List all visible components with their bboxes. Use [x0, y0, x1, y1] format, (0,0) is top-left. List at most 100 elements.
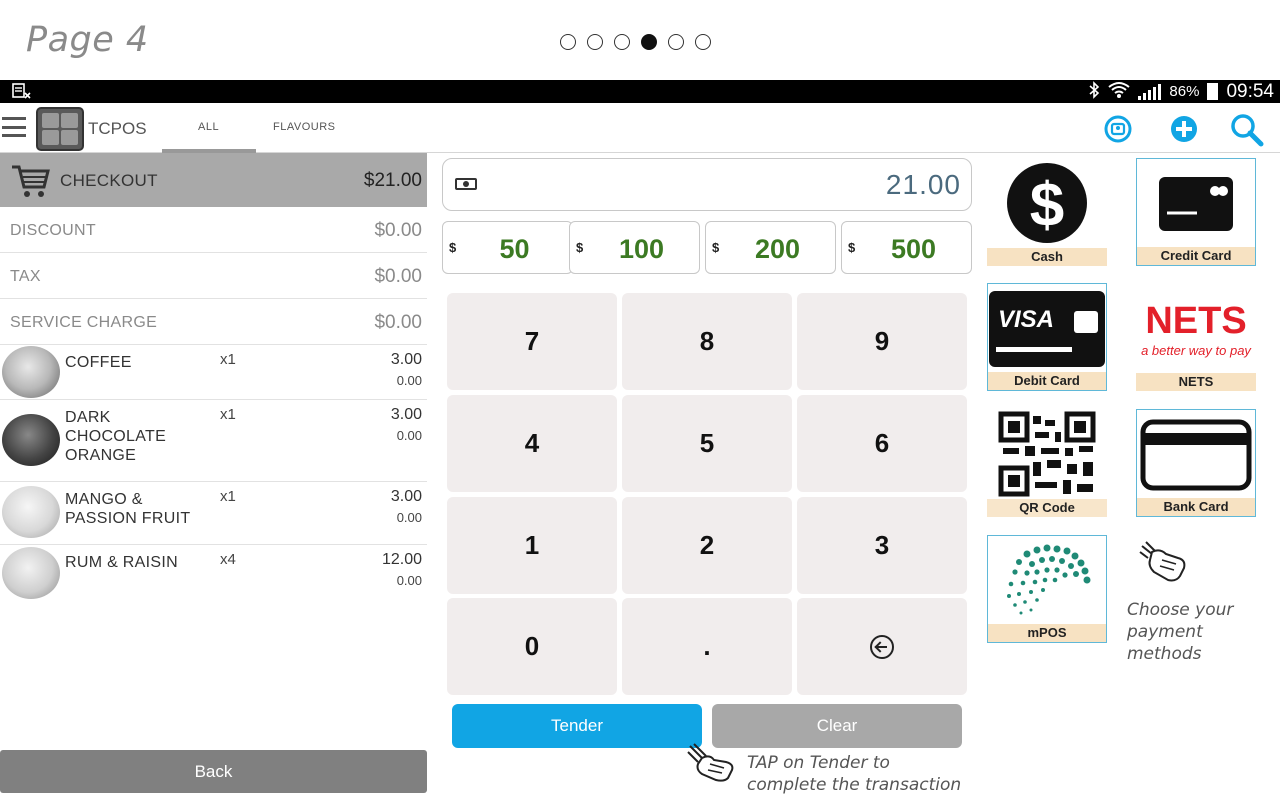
battery-icon — [1207, 83, 1219, 100]
app-name: TCPOS — [88, 119, 147, 138]
back-button[interactable]: Back — [0, 750, 427, 793]
tender-tip-line1: TAP on Tender to — [747, 753, 890, 773]
screen: { "tutorial": { "title": "Page 4", "dots… — [0, 0, 1280, 800]
quick-amount-value: 50 — [499, 234, 530, 264]
key-0[interactable]: 0 — [447, 598, 617, 695]
payment-tip-line2: payment methods — [1127, 622, 1203, 664]
credit-card-icon — [1137, 159, 1255, 249]
quick-amount-100[interactable]: $ 100 — [569, 221, 700, 274]
item-subvalue: 0.00 — [396, 573, 422, 588]
tax-label: TAX — [10, 268, 41, 285]
key-9[interactable]: 9 — [797, 293, 967, 390]
payment-credit-card[interactable]: Credit Card — [1136, 158, 1256, 266]
key-2[interactable]: 2 — [622, 497, 792, 594]
item-qty: x4 — [220, 551, 236, 568]
item-name: MANGO & PASSION FRUIT — [65, 491, 191, 527]
item-subvalue: 0.00 — [396, 428, 422, 443]
quick-amount-500[interactable]: $ 500 — [841, 221, 972, 274]
key-4[interactable]: 4 — [447, 395, 617, 492]
discount-amount: $0.00 — [374, 220, 422, 241]
payment-nets[interactable]: NETS a better way to pay NETS — [1136, 283, 1256, 391]
item-price: 3.00 — [390, 351, 422, 368]
payment-tip-line1: Choose your — [1127, 600, 1234, 620]
add-icon[interactable] — [1170, 115, 1198, 143]
quick-amount-value: 100 — [618, 234, 665, 264]
page-dot-3[interactable] — [614, 34, 630, 50]
page-dot-6[interactable] — [695, 34, 711, 50]
payment-label: Debit Card — [988, 372, 1106, 390]
item-qty: x1 — [220, 406, 236, 423]
service-charge-row[interactable]: SERVICE CHARGE $0.00 — [0, 299, 427, 345]
checkout-bar[interactable]: CHECKOUT $21.00 — [0, 153, 427, 207]
svg-text:VISA: VISA — [998, 306, 1054, 333]
item-subvalue: 0.00 — [396, 510, 422, 525]
key-8[interactable]: 8 — [622, 293, 792, 390]
payment-label: mPOS — [988, 624, 1106, 642]
quick-amount-200[interactable]: $ 200 — [705, 221, 836, 274]
page-dot-5[interactable] — [668, 34, 684, 50]
svg-text:$: $ — [1030, 171, 1064, 240]
nets-tagline: a better way to pay — [1141, 342, 1251, 358]
payment-label: Credit Card — [1137, 247, 1255, 265]
key-decimal[interactable]: . — [622, 598, 792, 695]
payment-label: Bank Card — [1137, 498, 1255, 516]
qr-code-icon — [987, 409, 1107, 499]
tax-row[interactable]: TAX $0.00 — [0, 253, 427, 299]
backspace-icon — [870, 634, 894, 659]
payment-qr-code[interactable]: QR Code — [987, 409, 1107, 517]
payment-bank-card[interactable]: Bank Card — [1136, 409, 1256, 517]
visa-card-icon: VISA — [988, 284, 1106, 374]
page-dot-1[interactable] — [560, 34, 576, 50]
tap-hand-icon — [684, 740, 740, 784]
checkout-label: CHECKOUT — [60, 171, 158, 190]
key-1[interactable]: 1 — [447, 497, 617, 594]
dollar-icon: $ — [987, 158, 1107, 248]
menu-icon[interactable] — [2, 117, 26, 137]
cart-icon — [10, 159, 52, 201]
nets-logo: NETS a better way to pay — [1136, 283, 1256, 373]
amount-display[interactable]: 21.00 — [442, 158, 972, 211]
key-7[interactable]: 7 — [447, 293, 617, 390]
item-name: RUM & RAISIN — [65, 554, 178, 571]
tender-tip: TAP on Tender to complete the transactio… — [747, 752, 961, 796]
tab-flavours[interactable]: FLAVOURS — [273, 121, 335, 133]
service-charge-amount: $0.00 — [374, 312, 422, 333]
order-item[interactable]: COFFEE x1 3.00 0.00 — [0, 345, 427, 400]
payment-label: Cash — [987, 248, 1107, 266]
key-5[interactable]: 5 — [622, 395, 792, 492]
app-logo — [36, 107, 84, 151]
order-item[interactable]: DARK CHOCOLATE ORANGE x1 3.00 0.00 — [0, 400, 427, 482]
clock: 09:54 — [1226, 80, 1274, 102]
page-dot-2[interactable] — [587, 34, 603, 50]
key-3[interactable]: 3 — [797, 497, 967, 594]
discount-label: DISCOUNT — [10, 222, 96, 239]
tab-all[interactable]: ALL — [198, 121, 219, 133]
order-item[interactable]: MANGO & PASSION FRUIT x1 3.00 0.00 — [0, 482, 427, 545]
payment-mpos[interactable]: mPOS — [987, 535, 1107, 643]
search-icon[interactable] — [1230, 113, 1264, 147]
item-qty: x1 — [220, 488, 236, 505]
tender-tip-line2: complete the transaction — [747, 775, 962, 795]
bank-card-icon — [1137, 410, 1255, 500]
key-6[interactable]: 6 — [797, 395, 967, 492]
item-thumbnail — [2, 414, 60, 466]
item-thumbnail — [2, 346, 60, 398]
key-backspace[interactable] — [797, 598, 967, 695]
order-item[interactable]: RUM & RAISIN x4 12.00 0.00 — [0, 545, 427, 600]
page-dot-4[interactable] — [641, 34, 657, 50]
item-price: 12.00 — [381, 551, 422, 568]
quick-amount-50[interactable]: $ 50 — [442, 221, 573, 274]
amount-value: 21.00 — [885, 169, 961, 200]
item-name: DARK CHOCOLATE ORANGE — [65, 409, 167, 464]
tender-button[interactable]: Tender — [452, 704, 702, 748]
signal-icon — [1138, 83, 1162, 100]
user-icon[interactable] — [1104, 115, 1132, 143]
payment-cash[interactable]: $ Cash — [987, 158, 1107, 266]
discount-row[interactable]: DISCOUNT $0.00 — [0, 207, 427, 253]
payment-debit-card[interactable]: VISA Debit Card — [987, 283, 1107, 391]
item-thumbnail — [2, 486, 60, 538]
item-qty: x1 — [220, 351, 236, 368]
item-price: 3.00 — [390, 488, 422, 505]
clear-button[interactable]: Clear — [712, 704, 962, 748]
wifi-icon — [1108, 81, 1131, 103]
